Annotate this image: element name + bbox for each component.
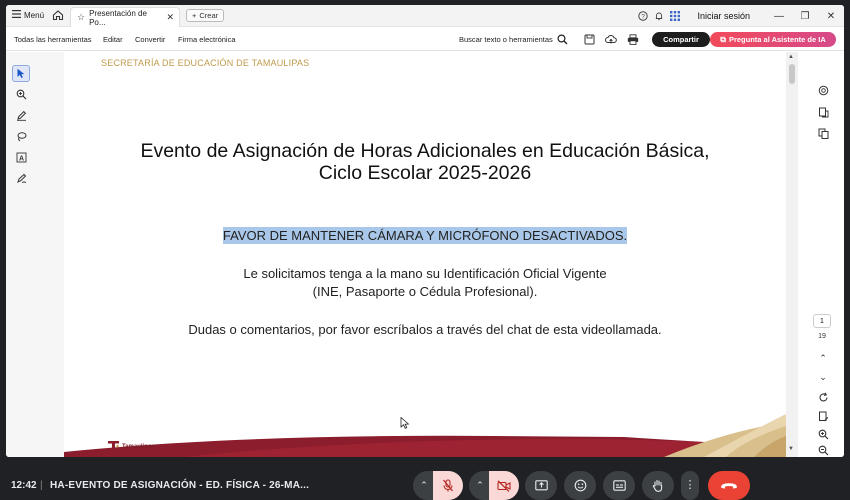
share-button[interactable]: Compartir xyxy=(652,32,710,47)
menu-button[interactable]: Menú xyxy=(12,10,44,20)
zoom-out-icon[interactable] xyxy=(815,442,831,457)
close-tab-icon[interactable]: ✕ xyxy=(166,12,174,23)
comment-icon[interactable] xyxy=(815,82,831,98)
browser-tab[interactable]: ☆ Presentación de Po... ✕ xyxy=(70,7,180,27)
separator: | xyxy=(40,480,43,491)
mouse-cursor-icon xyxy=(400,417,410,429)
raise-hand-button[interactable] xyxy=(642,471,674,500)
reactions-button[interactable] xyxy=(564,471,596,500)
stamp-sign-icon[interactable] xyxy=(12,170,30,187)
close-window-icon[interactable]: ✕ xyxy=(818,5,844,27)
camera-off-button[interactable] xyxy=(489,471,519,500)
hamburger-icon xyxy=(12,10,21,20)
ask-ai-label: Pregunta al Asistente de IA xyxy=(728,35,826,44)
mic-options-chevron-icon[interactable]: ⌃ xyxy=(413,471,435,500)
doubts-text: Dudas o comentarios, por favor escríbalo… xyxy=(188,322,662,337)
search-icon[interactable] xyxy=(557,32,568,50)
star-icon[interactable]: ☆ xyxy=(77,12,85,23)
notice-row: FAVOR DE MANTENER CÁMARA Y MICRÓFONO DES… xyxy=(64,227,786,245)
mic-off-icon xyxy=(443,479,453,492)
restore-icon[interactable]: ❐ xyxy=(792,5,818,27)
scroll-thumb[interactable] xyxy=(789,64,795,84)
menu-all-tools[interactable]: Todas las herramientas xyxy=(14,35,92,44)
tool-list: A xyxy=(12,65,32,187)
clock: 12:42 xyxy=(11,480,37,491)
zoom-tool-icon[interactable] xyxy=(12,86,30,103)
svg-text:A: A xyxy=(18,155,23,162)
sign-in-link[interactable]: Iniciar sesión xyxy=(697,11,750,21)
menu-label: Menú xyxy=(24,10,45,20)
captions-icon xyxy=(612,480,626,491)
request-line1: Le solicitamos tenga a la mano su Identi… xyxy=(243,266,607,281)
ai-assistant-icon: ⧉ xyxy=(720,34,726,44)
chevron-up-icon[interactable]: ⌃ xyxy=(815,350,831,366)
camera-options-chevron-icon[interactable]: ⌃ xyxy=(469,471,491,500)
new-label: Crear xyxy=(199,11,219,20)
screen: Menú ☆ Presentación de Po... ✕ + Crear ? xyxy=(0,0,850,500)
mic-off-button[interactable] xyxy=(433,471,463,500)
svg-text:?: ? xyxy=(642,13,646,20)
slide-title-line2: Ciclo Escolar 2025-2026 xyxy=(318,162,532,184)
app-toolbar: Todas las herramientas Editar Convertir … xyxy=(6,27,844,51)
title-bar: Menú ☆ Presentación de Po... ✕ + Crear ? xyxy=(6,5,844,27)
present-screen-icon xyxy=(534,480,548,491)
page-total: 19 xyxy=(818,333,826,340)
hand-icon xyxy=(652,480,663,492)
leave-call-button[interactable] xyxy=(708,471,750,500)
more-vertical-icon: ⋮ xyxy=(684,479,696,491)
meeting-control-bar: 12:42 | HA-EVENTO DE ASIGNACIÓN - ED. FÍ… xyxy=(0,463,850,500)
page-edit-icon[interactable] xyxy=(815,408,831,424)
chevron-down-icon[interactable]: ⌄ xyxy=(815,369,831,385)
more-options-button[interactable]: ⋮ xyxy=(681,471,699,500)
lasso-icon[interactable] xyxy=(12,128,30,145)
rotate-icon[interactable] xyxy=(815,389,831,405)
save-icon[interactable] xyxy=(582,32,596,46)
present-button[interactable] xyxy=(525,471,557,500)
meeting-name: HA-EVENTO DE ASIGNACIÓN - ED. FÍSICA - 2… xyxy=(50,480,310,491)
footer-decorative-band xyxy=(64,414,786,457)
text-box-icon[interactable]: A xyxy=(12,149,30,166)
camera-off-icon xyxy=(497,479,511,492)
upload-cloud-icon[interactable] xyxy=(604,32,618,46)
apps-grid-icon[interactable] xyxy=(667,8,683,24)
pages-icon[interactable] xyxy=(815,125,831,141)
scroll-down-icon[interactable]: ▼ xyxy=(788,446,794,452)
home-icon[interactable] xyxy=(52,9,64,21)
menu-convert[interactable]: Convertir xyxy=(135,35,165,44)
menu-edit[interactable]: Editar xyxy=(103,35,123,44)
tab-title: Presentación de Po... xyxy=(89,8,147,27)
bookmark-icon[interactable] xyxy=(815,104,831,120)
right-tool-rail: 1 19 ⌃ ⌄ xyxy=(798,52,844,457)
browser-window: Menú ☆ Presentación de Po... ✕ + Crear ? xyxy=(6,5,844,457)
new-button[interactable]: + Crear xyxy=(186,9,225,22)
slide-header: SECRETARÍA DE EDUCACIÓN DE TAMAULIPAS xyxy=(101,58,310,68)
minimize-icon[interactable]: — xyxy=(766,5,792,27)
slide-title-line1: Evento de Asignación de Horas Adicionale… xyxy=(140,140,710,162)
logo-icon xyxy=(108,441,119,454)
search-tools-field[interactable]: Buscar texto o herramientas xyxy=(459,35,553,44)
emoji-icon xyxy=(574,479,586,492)
tamaulipas-logo: Tamaulipas xyxy=(108,440,155,454)
plus-icon: + xyxy=(192,11,197,20)
menu-e-sign[interactable]: Firma electrónica xyxy=(178,35,236,44)
left-tool-rail: A xyxy=(6,52,64,457)
slide-page: SECRETARÍA DE EDUCACIÓN DE TAMAULIPAS Ev… xyxy=(64,52,786,457)
page-number-input[interactable]: 1 xyxy=(813,314,831,328)
vertical-scrollbar[interactable]: ▲ ▼ xyxy=(786,52,798,457)
bell-icon[interactable] xyxy=(651,8,667,24)
logo-text: Tamaulipas xyxy=(122,444,155,450)
ask-ai-button[interactable]: ⧉ Pregunta al Asistente de IA xyxy=(710,32,836,47)
select-cursor-icon[interactable] xyxy=(12,65,30,82)
pen-icon[interactable] xyxy=(12,107,30,124)
scroll-up-icon[interactable]: ▲ xyxy=(788,54,794,60)
hang-up-icon xyxy=(721,482,737,489)
print-icon[interactable] xyxy=(626,32,640,46)
captions-button[interactable] xyxy=(603,471,635,500)
window-controls: ? Iniciar sesión — ❐ ✕ xyxy=(635,5,844,27)
help-icon[interactable]: ? xyxy=(635,8,651,24)
request-line2: (INE, Pasaporte o Cédula Profesional). xyxy=(312,284,538,299)
zoom-in-icon[interactable] xyxy=(815,426,831,442)
highlighted-notice: FAVOR DE MANTENER CÁMARA Y MICRÓFONO DES… xyxy=(222,227,628,244)
